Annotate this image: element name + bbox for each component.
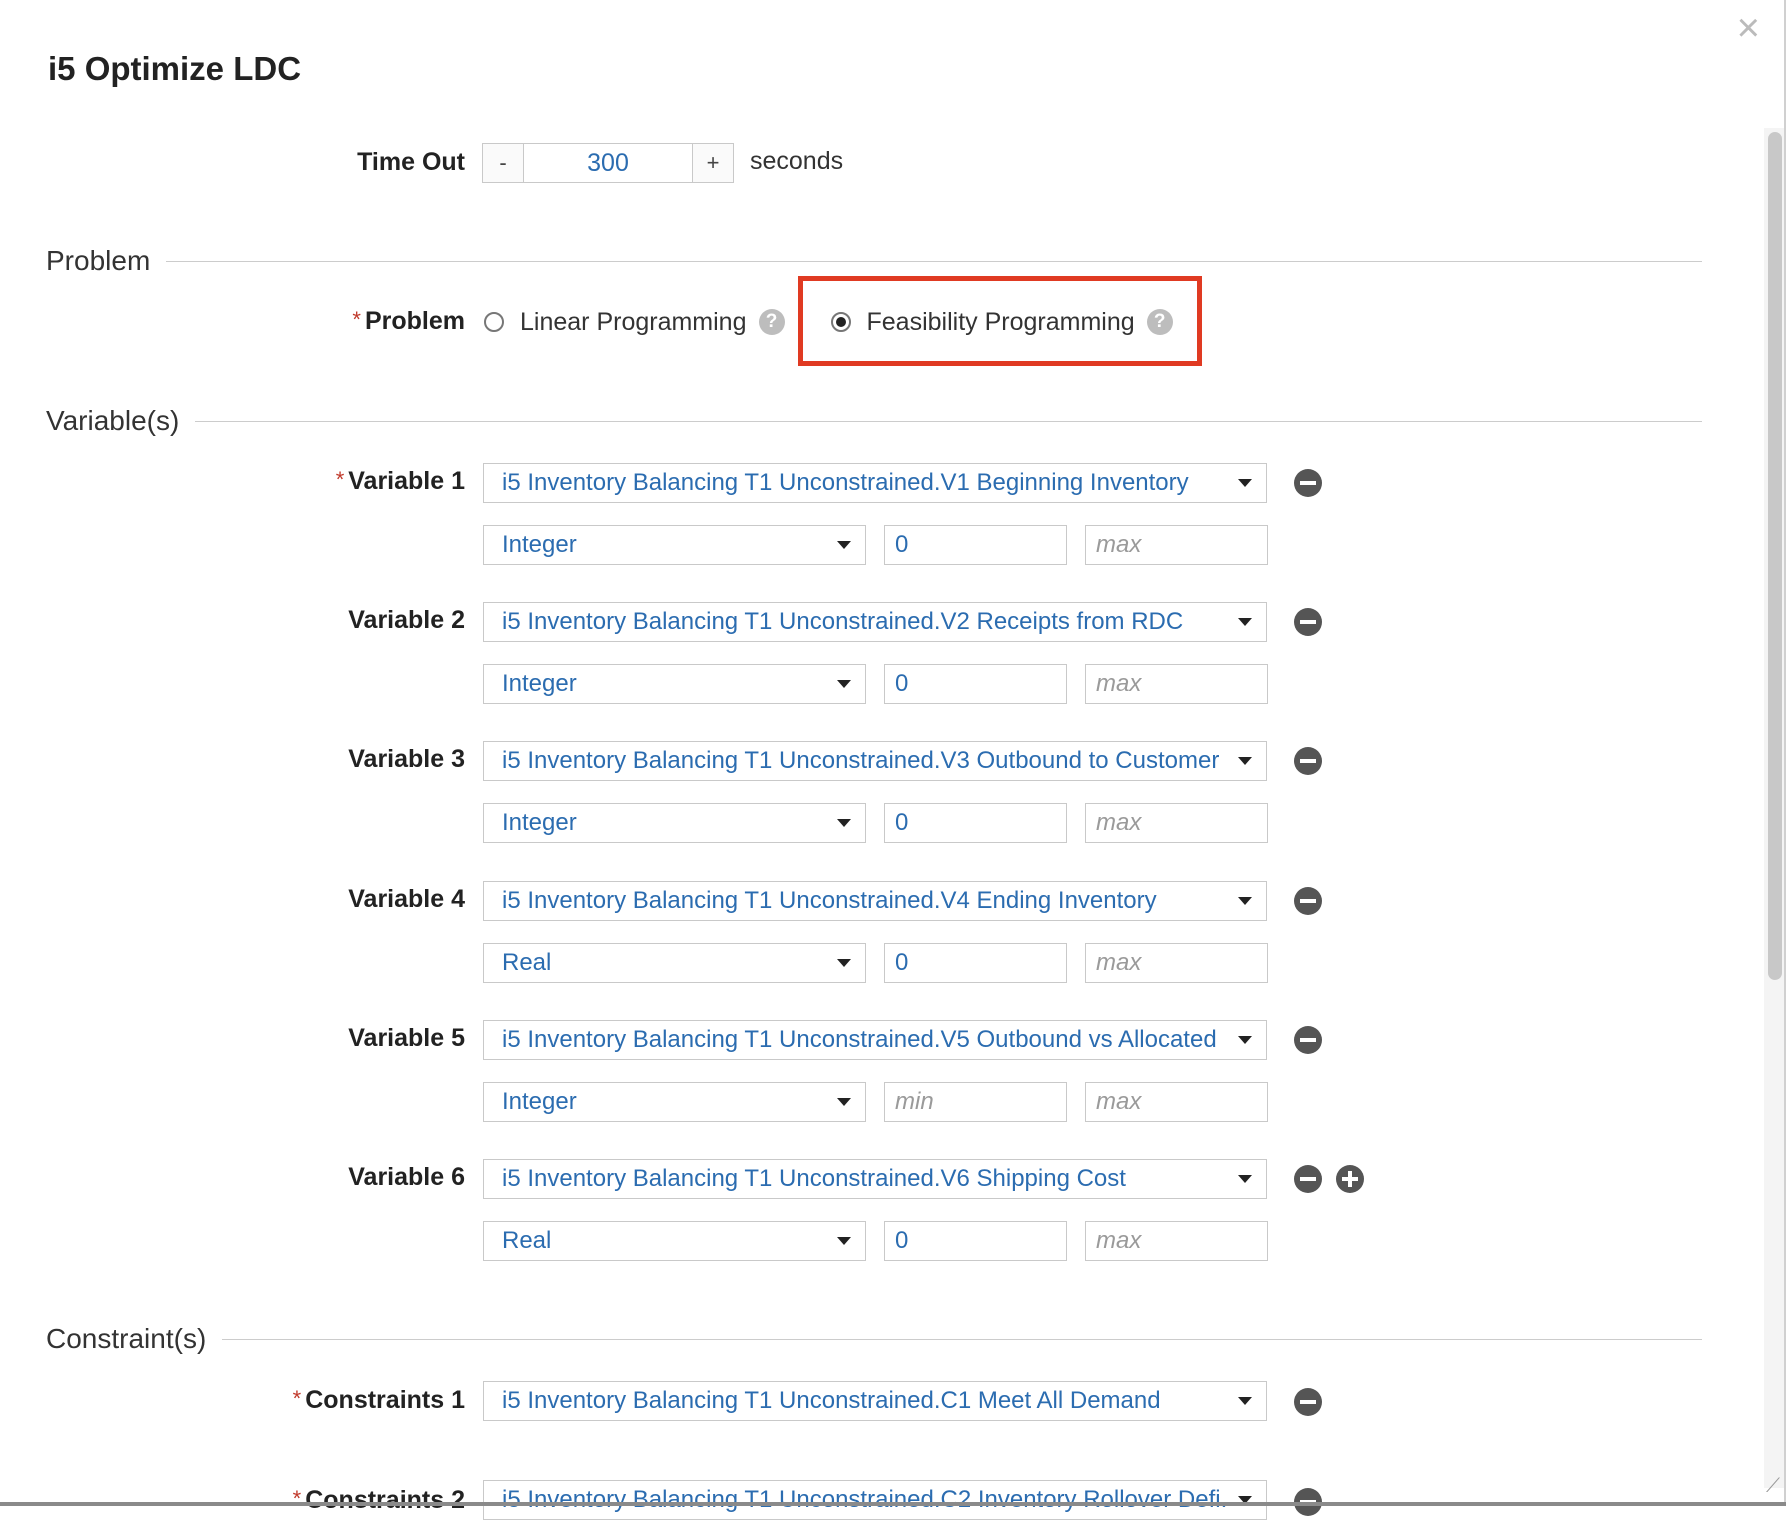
variable-5-label: Variable 5 (348, 1024, 465, 1052)
variable-6-type-select[interactable]: Real (483, 1221, 866, 1261)
chevron-down-icon (1238, 479, 1252, 487)
minus-icon (1300, 481, 1316, 485)
section-variables: Variable(s) (46, 401, 1702, 441)
variable-6-select[interactable]: i5 Inventory Balancing T1 Unconstrained.… (483, 1159, 1267, 1199)
section-constraints-title: Constraint(s) (46, 1323, 207, 1354)
variable-3-max-input[interactable]: max (1085, 803, 1268, 843)
dialog-title: i5 Optimize LDC (48, 50, 302, 87)
constraint-1-select[interactable]: i5 Inventory Balancing T1 Unconstrained.… (483, 1381, 1267, 1421)
required-marker: * (292, 1386, 302, 1411)
required-marker: * (292, 1486, 302, 1511)
variable-5-min-input[interactable]: min (884, 1082, 1067, 1122)
timeout-unit: seconds (750, 147, 844, 175)
dialog-bottom-edge (0, 1502, 1786, 1506)
problem-label: * Problem (0, 307, 465, 336)
remove-variable-1-button[interactable] (1294, 469, 1322, 497)
variable-2-label: Variable 2 (348, 606, 465, 634)
decrement-button[interactable]: - (483, 144, 524, 182)
variable-1-min-input[interactable]: 0 (884, 525, 1067, 565)
chevron-down-icon (837, 819, 851, 827)
timeout-stepper[interactable]: - 300 + (482, 143, 734, 183)
close-icon[interactable]: × (1737, 8, 1760, 48)
timeout-input[interactable]: 300 (524, 144, 692, 182)
radio-linear-programming[interactable] (484, 312, 504, 332)
minus-icon (1300, 1400, 1316, 1404)
chevron-down-icon (1238, 757, 1252, 765)
required-marker: * (352, 307, 361, 332)
section-problem-title: Problem (46, 245, 151, 276)
required-marker: * (335, 467, 345, 492)
constraint-2-select[interactable]: i5 Inventory Balancing T1 Unconstrained.… (483, 1480, 1267, 1520)
increment-button[interactable]: + (692, 144, 733, 182)
timeout-label: Time Out (357, 148, 465, 176)
variable-4-select[interactable]: i5 Inventory Balancing T1 Unconstrained.… (483, 881, 1267, 921)
variable-3-type-select[interactable]: Integer (483, 803, 866, 843)
variable-1-select[interactable]: i5 Inventory Balancing T1 Unconstrained.… (483, 463, 1267, 503)
minus-icon (1300, 759, 1316, 763)
optimize-dialog: × i5 Optimize LDC Time Out - 300 + secon… (0, 0, 1786, 1520)
remove-variable-3-button[interactable] (1294, 747, 1322, 775)
variable-1-max-input[interactable]: max (1085, 525, 1268, 565)
constraint-2-label: * Constraints 2 (292, 1486, 465, 1514)
chevron-down-icon (837, 541, 851, 549)
variable-2-min-input[interactable]: 0 (884, 664, 1067, 704)
section-problem: Problem (46, 241, 1702, 281)
chevron-down-icon (1238, 1175, 1252, 1183)
chevron-down-icon (1238, 897, 1252, 905)
variable-2-type-select[interactable]: Integer (483, 664, 866, 704)
section-constraints: Constraint(s) (46, 1319, 1702, 1359)
chevron-down-icon (837, 680, 851, 688)
resize-grip-icon[interactable]: ⟋ (1766, 1475, 1780, 1498)
variable-1-label: * Variable 1 (335, 467, 465, 495)
variable-6-label: Variable 6 (348, 1163, 465, 1191)
chevron-down-icon (837, 959, 851, 967)
minus-icon (1300, 1038, 1316, 1042)
scrollbar-thumb[interactable] (1768, 132, 1782, 980)
section-divider (166, 260, 1702, 262)
chevron-down-icon (1238, 618, 1252, 626)
variable-4-label: Variable 4 (348, 885, 465, 913)
variable-2-max-input[interactable]: max (1085, 664, 1268, 704)
chevron-down-icon (1238, 1036, 1252, 1044)
minus-icon (1300, 899, 1316, 903)
problem-label-text: Problem (364, 307, 465, 335)
variable-4-max-input[interactable]: max (1085, 943, 1268, 983)
variable-1-type-select[interactable]: Integer (483, 525, 866, 565)
section-divider (222, 1338, 1702, 1340)
remove-variable-5-button[interactable] (1294, 1026, 1322, 1054)
remove-variable-4-button[interactable] (1294, 887, 1322, 915)
variable-3-label: Variable 3 (348, 745, 465, 773)
linear-programming-label[interactable]: Linear Programming (520, 308, 747, 337)
variable-5-select[interactable]: i5 Inventory Balancing T1 Unconstrained.… (483, 1020, 1267, 1060)
constraint-1-label: * Constraints 1 (292, 1386, 465, 1414)
chevron-down-icon (1238, 1397, 1252, 1405)
remove-variable-2-button[interactable] (1294, 608, 1322, 636)
variable-5-type-select[interactable]: Integer (483, 1082, 866, 1122)
section-variables-title: Variable(s) (46, 405, 180, 436)
add-variable-button[interactable] (1336, 1165, 1364, 1193)
minus-icon (1300, 620, 1316, 624)
minus-icon (1300, 1177, 1316, 1181)
variable-2-select[interactable]: i5 Inventory Balancing T1 Unconstrained.… (483, 602, 1267, 642)
chevron-down-icon (837, 1237, 851, 1245)
variable-4-type-select[interactable]: Real (483, 943, 866, 983)
variable-3-select[interactable]: i5 Inventory Balancing T1 Unconstrained.… (483, 741, 1267, 781)
variable-4-min-input[interactable]: 0 (884, 943, 1067, 983)
remove-variable-6-button[interactable] (1294, 1165, 1322, 1193)
remove-constraint-1-button[interactable] (1294, 1388, 1322, 1416)
chevron-down-icon (837, 1098, 851, 1106)
variable-6-min-input[interactable]: 0 (884, 1221, 1067, 1261)
variable-3-min-input[interactable]: 0 (884, 803, 1067, 843)
variable-5-max-input[interactable]: max (1085, 1082, 1268, 1122)
highlight-annotation (798, 276, 1202, 366)
variable-6-max-input[interactable]: max (1085, 1221, 1268, 1261)
help-icon[interactable]: ? (758, 309, 785, 335)
section-divider (195, 420, 1702, 422)
